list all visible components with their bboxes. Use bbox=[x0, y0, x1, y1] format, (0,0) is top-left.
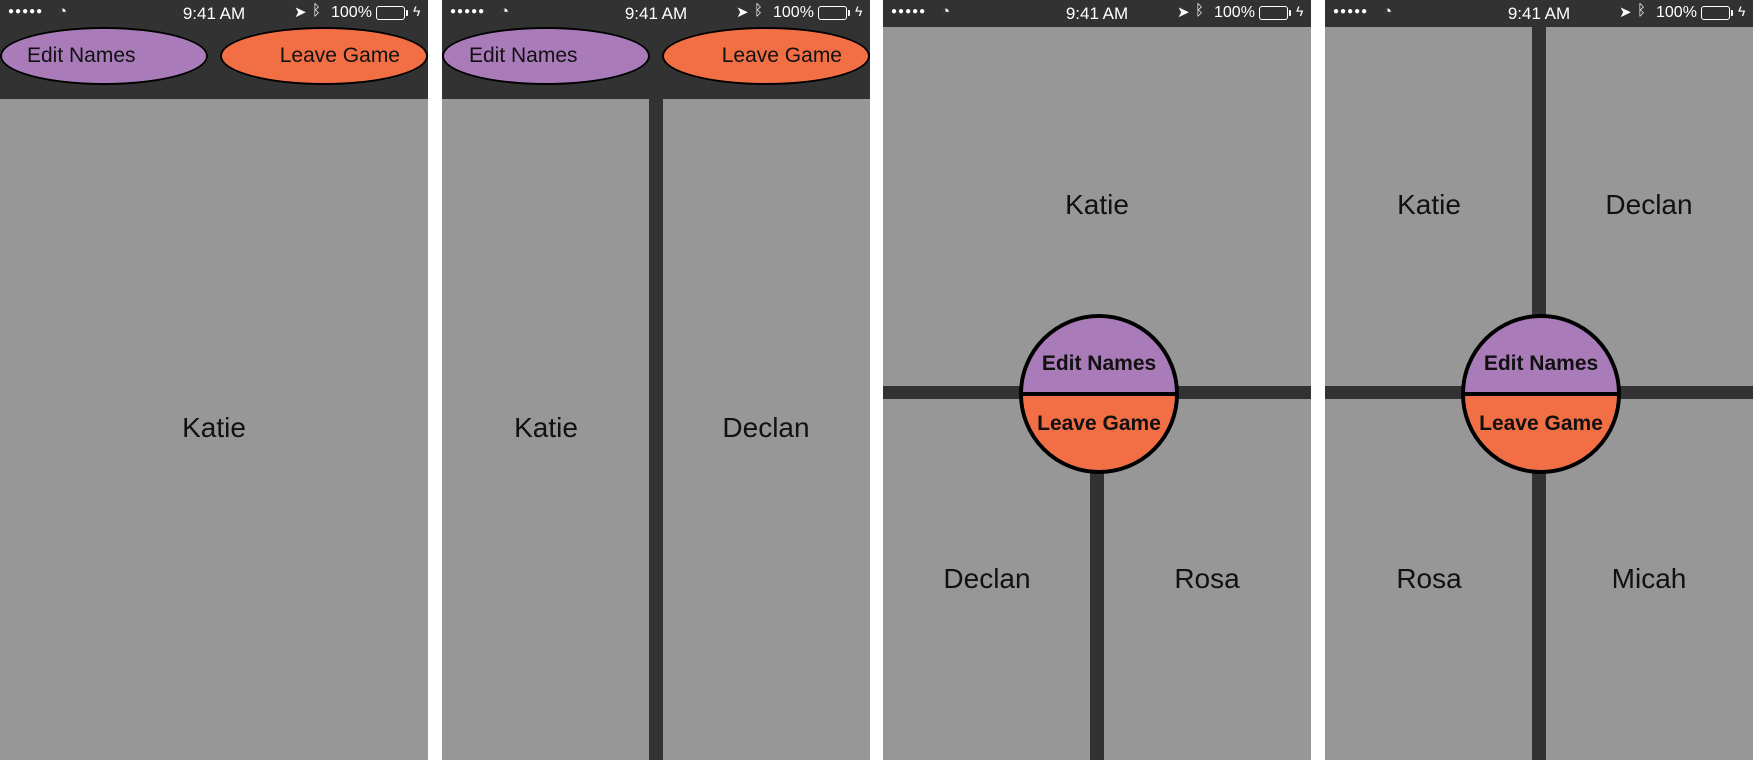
location-arrow-icon: ➤ bbox=[1619, 4, 1632, 21]
location-arrow-icon: ➤ bbox=[294, 4, 307, 21]
battery-percent: 100% bbox=[331, 4, 372, 21]
status-bar: ●●●●● ◔ 9:41 AM ➤ ᛒ 100% ϟ bbox=[883, 0, 1311, 27]
player-name[interactable]: Rosa bbox=[1174, 563, 1239, 595]
charging-bolt-icon: ϟ bbox=[855, 3, 863, 19]
battery-icon bbox=[1701, 6, 1733, 20]
center-menu: Edit Names Leave Game bbox=[1461, 314, 1621, 474]
battery-icon bbox=[376, 6, 408, 20]
screen-two-players: ●●●●● ◔ 9:41 AM ➤ ᛒ 100% ϟ Edit Names Le… bbox=[442, 0, 870, 760]
edit-names-button[interactable]: Edit Names bbox=[0, 27, 208, 85]
edit-names-button[interactable]: Edit Names bbox=[1465, 318, 1617, 394]
vertical-divider bbox=[649, 99, 663, 760]
bluetooth-icon: ᛒ bbox=[1195, 2, 1205, 19]
battery-icon bbox=[818, 6, 850, 20]
leave-game-button[interactable]: Leave Game bbox=[220, 27, 428, 85]
menu-separator bbox=[1465, 392, 1617, 396]
player-name[interactable]: Rosa bbox=[1396, 563, 1461, 595]
battery-percent: 100% bbox=[773, 4, 814, 21]
screen-four-players: ●●●●● ◔ 9:41 AM ➤ ᛒ 100% ϟ Katie Declan … bbox=[1325, 0, 1753, 760]
player-name[interactable]: Micah bbox=[1612, 563, 1687, 595]
menu-separator bbox=[1023, 392, 1175, 396]
player-name[interactable]: Declan bbox=[722, 412, 809, 444]
location-arrow-icon: ➤ bbox=[1177, 4, 1190, 21]
leave-game-button[interactable]: Leave Game bbox=[1023, 394, 1175, 470]
top-button-bar: Edit Names Leave Game bbox=[442, 27, 870, 99]
edit-names-button[interactable]: Edit Names bbox=[442, 27, 650, 85]
leave-game-button[interactable]: Leave Game bbox=[662, 27, 870, 85]
screen-three-players: ●●●●● ◔ 9:41 AM ➤ ᛒ 100% ϟ Katie Declan … bbox=[883, 0, 1311, 760]
bluetooth-icon: ᛒ bbox=[754, 2, 764, 19]
bluetooth-icon: ᛒ bbox=[1637, 2, 1647, 19]
status-bar: ●●●●● ◔ 9:41 AM ➤ ᛒ 100% ϟ bbox=[442, 0, 870, 27]
player-name[interactable]: Declan bbox=[1605, 189, 1692, 221]
status-bar: ●●●●● ◔ 9:41 AM ➤ ᛒ 100% ϟ bbox=[0, 0, 428, 27]
charging-bolt-icon: ϟ bbox=[413, 3, 421, 19]
charging-bolt-icon: ϟ bbox=[1738, 3, 1746, 19]
bluetooth-icon: ᛒ bbox=[312, 2, 322, 19]
center-menu: Edit Names Leave Game bbox=[1019, 314, 1179, 474]
location-arrow-icon: ➤ bbox=[736, 4, 749, 21]
battery-percent: 100% bbox=[1656, 4, 1697, 21]
player-name[interactable]: Declan bbox=[943, 563, 1030, 595]
battery-percent: 100% bbox=[1214, 4, 1255, 21]
charging-bolt-icon: ϟ bbox=[1296, 3, 1304, 19]
player-name[interactable]: Katie bbox=[1397, 189, 1461, 221]
battery-icon bbox=[1259, 6, 1291, 20]
screen-one-player: ●●●●● ◔ 9:41 AM ➤ ᛒ 100% ϟ Edit Names Le… bbox=[0, 0, 428, 760]
edit-names-button[interactable]: Edit Names bbox=[1023, 318, 1175, 394]
player-name[interactable]: Katie bbox=[1065, 189, 1129, 221]
player-name[interactable]: Katie bbox=[182, 412, 246, 444]
leave-game-button[interactable]: Leave Game bbox=[1465, 394, 1617, 470]
top-button-bar: Edit Names Leave Game bbox=[0, 27, 428, 99]
status-bar: ●●●●● ◔ 9:41 AM ➤ ᛒ 100% ϟ bbox=[1325, 0, 1753, 27]
player-name[interactable]: Katie bbox=[514, 412, 578, 444]
